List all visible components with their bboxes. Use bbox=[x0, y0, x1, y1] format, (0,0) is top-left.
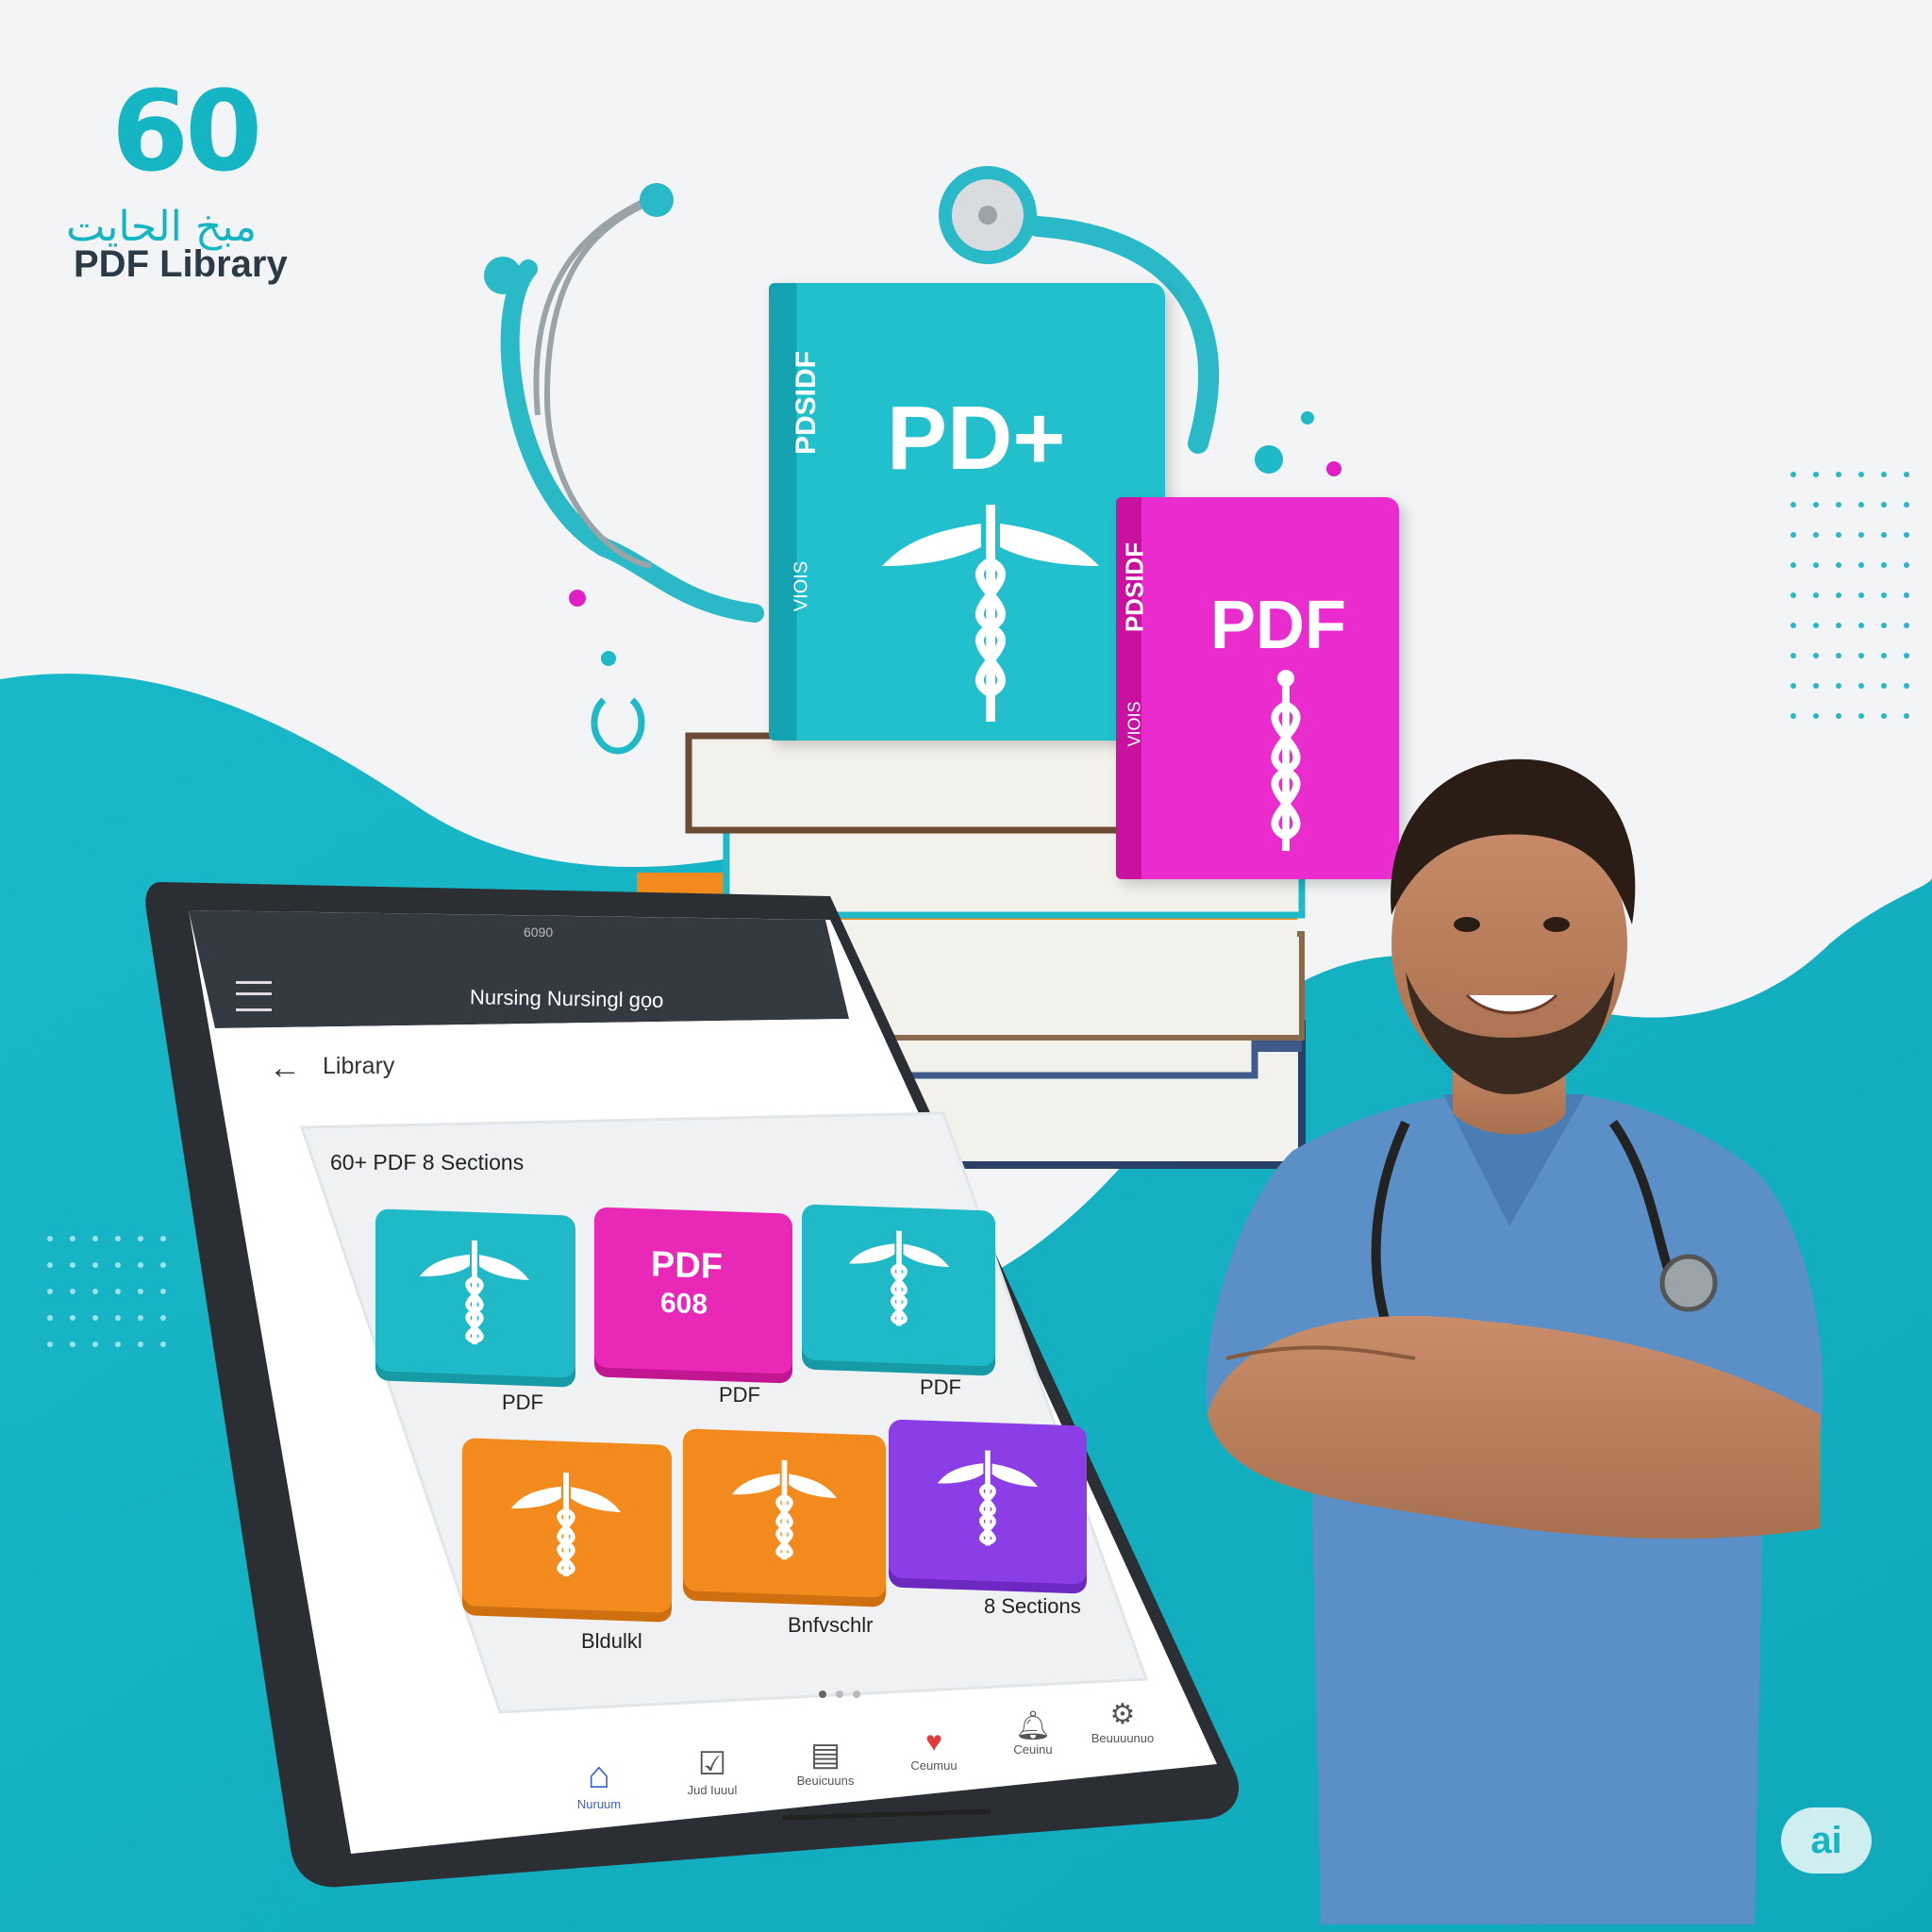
dot-grid-left bbox=[47, 1236, 183, 1347]
nav-home-label: Nuruum bbox=[576, 1797, 622, 1811]
nurse-illustration bbox=[1206, 758, 1824, 1924]
back-label[interactable]: Library bbox=[323, 1053, 394, 1080]
nav-item-6[interactable]: ⚙ Beuuuunuo bbox=[1075, 1698, 1170, 1745]
magenta-book-spine-small: VIOIS bbox=[1124, 701, 1144, 747]
nav-item-6-label: Beuuuunuo bbox=[1091, 1731, 1155, 1745]
gear-icon: ⚙ bbox=[1109, 1699, 1136, 1730]
home-icon: ⌂ bbox=[587, 1755, 611, 1796]
caduceus-icon bbox=[882, 505, 1099, 722]
tile-5-label: Bnfvschlr bbox=[788, 1613, 874, 1637]
header-title: Nursing Nursingl ɡọo bbox=[469, 985, 664, 1012]
tile-1-label: PDF bbox=[502, 1391, 543, 1414]
tile-3[interactable] bbox=[802, 1204, 995, 1367]
tile-4[interactable] bbox=[462, 1438, 672, 1613]
teal-book-title: PD+ bbox=[887, 388, 1066, 489]
tile-3-label: PDF bbox=[920, 1375, 961, 1399]
tile-1[interactable] bbox=[375, 1208, 575, 1378]
back-arrow-icon[interactable]: ← bbox=[269, 1050, 301, 1087]
magenta-book-title: PDF bbox=[1210, 588, 1346, 663]
heart-icon: ♥ bbox=[925, 1726, 942, 1757]
caduceus-icon bbox=[937, 1450, 1039, 1546]
checkbox-icon: ☑ bbox=[697, 1746, 727, 1782]
teal-book-spine: PDSIDF bbox=[791, 351, 822, 456]
card-icon: ▤ bbox=[809, 1737, 841, 1773]
tile-2[interactable]: PDF 608 bbox=[594, 1207, 792, 1374]
tile-5[interactable] bbox=[683, 1428, 886, 1598]
nav-home[interactable]: ⌂ Nuruum bbox=[557, 1755, 641, 1811]
nav-item-4[interactable]: ♥ Ceumuu bbox=[891, 1726, 976, 1773]
tile-6-label: 8 Sections bbox=[984, 1594, 1081, 1618]
caduceus-icon bbox=[848, 1230, 950, 1326]
menu-icon[interactable] bbox=[236, 981, 272, 1011]
nav-item-3[interactable]: ▤ Beuicuuns bbox=[783, 1736, 868, 1788]
nav-item-5[interactable]: 🔔︎ Ceuinu bbox=[991, 1709, 1075, 1757]
logo-number: 60 bbox=[111, 66, 262, 196]
nav-item-2-label: Jud Iuuul bbox=[687, 1783, 738, 1797]
tile-2-label: PDF bbox=[719, 1383, 760, 1407]
ai-badge: ai bbox=[1781, 1807, 1872, 1874]
nav-item-5-label: Ceuinu bbox=[1013, 1742, 1053, 1757]
dot-grid-right bbox=[1790, 472, 1926, 719]
caduceus-icon bbox=[511, 1472, 621, 1577]
caduceus-icon bbox=[420, 1240, 529, 1345]
nav-item-2[interactable]: ☑ Jud Iuuul bbox=[670, 1745, 755, 1797]
tile-2-badge-top: PDF bbox=[651, 1244, 723, 1288]
pager-dots bbox=[819, 1690, 860, 1698]
stats-text: 60+ PDF 8 Sections bbox=[330, 1150, 525, 1174]
tile-2-badge-bottom: 608 bbox=[660, 1287, 708, 1321]
teal-book-spine-small: VIOIS bbox=[791, 560, 812, 612]
tile-4-label: Bldulkl bbox=[581, 1629, 642, 1653]
magenta-book-spine: PDSIDF bbox=[1120, 541, 1149, 633]
status-time: 6090 bbox=[524, 924, 554, 940]
nav-item-4-label: Ceumuu bbox=[910, 1758, 958, 1773]
teal-book: PDSIDF VIOIS PD+ bbox=[769, 283, 1165, 741]
caduceus-icon bbox=[731, 1459, 838, 1560]
tile-6[interactable] bbox=[889, 1419, 1087, 1585]
logo-english-text: PDF Library bbox=[74, 243, 288, 285]
bell-icon: 🔔︎ bbox=[1014, 1710, 1052, 1741]
nav-item-3-label: Beuicuuns bbox=[796, 1774, 855, 1788]
